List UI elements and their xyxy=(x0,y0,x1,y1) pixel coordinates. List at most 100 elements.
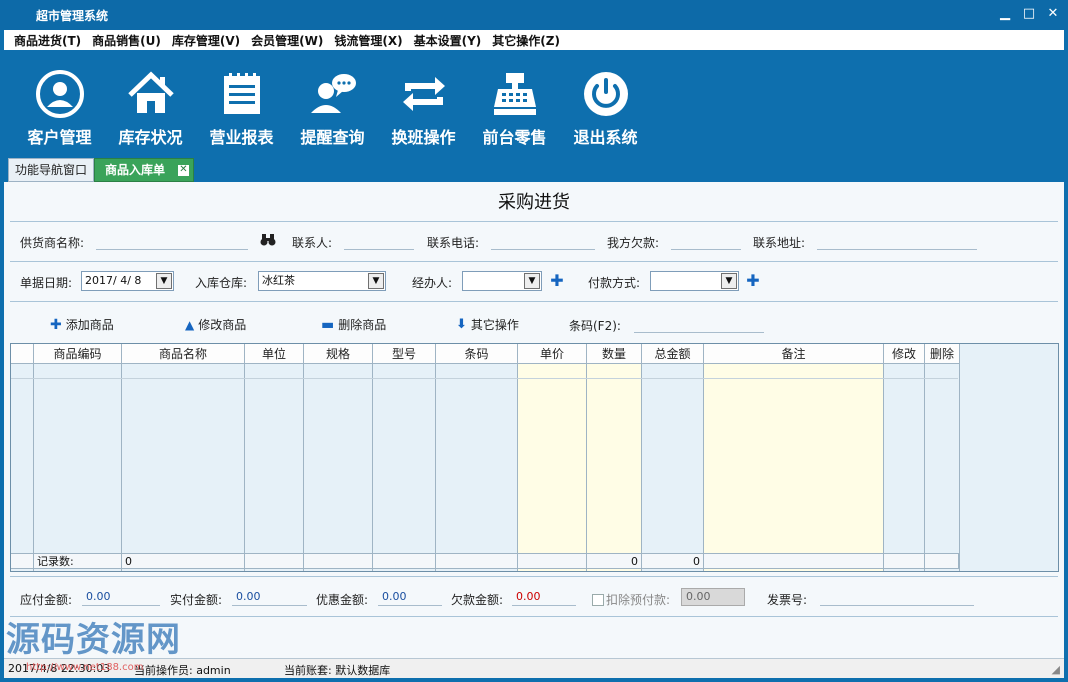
window-controls: ▁ □ ✕ xyxy=(998,6,1060,22)
grid-corner xyxy=(11,344,34,364)
barcode-input[interactable] xyxy=(634,315,764,333)
customer-icon xyxy=(34,68,86,120)
menu-purchase[interactable]: 商品进货(T) xyxy=(14,32,81,49)
tab-stock-in[interactable]: 商品入库单 ✕ xyxy=(94,158,194,182)
menu-inventory[interactable]: 库存管理(V) xyxy=(172,32,240,49)
paid-input[interactable]: 0.00 xyxy=(232,588,307,606)
owed-label: 欠款金额: xyxy=(451,593,504,607)
toolbar-inventory-button[interactable]: 库存状况 xyxy=(105,50,196,150)
maximize-icon[interactable]: □ xyxy=(1022,6,1036,22)
discount-input[interactable]: 0.00 xyxy=(378,588,442,606)
toolbar-label: 换班操作 xyxy=(391,128,456,147)
binoculars-icon[interactable] xyxy=(260,233,276,251)
purchase-form: 采购进货 供货商名称: 联系人: 联系电话: 我方欠款: 联系地址: 单据日期:… xyxy=(4,182,1064,658)
delete-item-button[interactable]: ▬ 删除商品 xyxy=(321,316,386,333)
close-icon[interactable]: ✕ xyxy=(178,165,189,176)
menu-settings[interactable]: 基本设置(Y) xyxy=(414,32,482,49)
warehouse-label: 入库仓库: xyxy=(195,276,248,290)
col-header[interactable]: 型号 xyxy=(373,344,436,364)
add-item-button[interactable]: ✚ 添加商品 xyxy=(50,316,114,333)
toolbar-reminder-button[interactable]: 提醒查询 xyxy=(287,50,378,150)
payment-label: 付款方式: xyxy=(588,276,641,290)
barcode-label: 条码(F2): xyxy=(569,319,621,333)
chevron-down-icon[interactable]: ▼ xyxy=(156,273,172,289)
footer-cell xyxy=(436,554,518,569)
add-payment-icon[interactable]: ✚ xyxy=(746,273,760,289)
amount-total: 0 xyxy=(642,554,704,569)
payable-label: 应付金额: xyxy=(20,593,73,607)
supplier-input[interactable] xyxy=(96,232,248,250)
chevron-down-icon[interactable]: ▼ xyxy=(368,273,384,289)
col-header[interactable]: 商品编码 xyxy=(34,344,122,364)
tab-navigation[interactable]: 功能导航窗口 xyxy=(8,158,94,182)
grid-footer: 记录数: 0 0 0 xyxy=(11,553,959,569)
menu-cashflow[interactable]: 钱流管理(X) xyxy=(334,32,402,49)
payment-select[interactable]: ▼ xyxy=(650,271,739,291)
report-icon xyxy=(216,68,268,120)
col-header[interactable]: 规格 xyxy=(304,344,373,364)
date-picker[interactable]: 2017/ 4/ 8 ▼ xyxy=(81,271,174,291)
footer-cell xyxy=(245,554,304,569)
col-header[interactable]: 商品名称 xyxy=(122,344,245,364)
col-header[interactable]: 条码 xyxy=(436,344,518,364)
col-header[interactable]: 单价 xyxy=(518,344,587,364)
invoice-input[interactable] xyxy=(820,588,974,606)
other-actions-button[interactable]: ⬇ 其它操作 xyxy=(456,316,519,333)
cash-register-icon xyxy=(489,68,541,120)
deduct-prepay-checkbox[interactable]: 扣除预付款: xyxy=(592,591,670,608)
phone-input[interactable] xyxy=(491,232,595,250)
handler-select[interactable]: ▼ xyxy=(462,271,542,291)
warehouse-value: 冰红茶 xyxy=(262,274,295,287)
page-title: 采购进货 xyxy=(498,192,570,213)
swap-icon xyxy=(398,68,450,120)
col-header[interactable]: 修改 xyxy=(884,344,925,364)
toolbar-shift-button[interactable]: 换班操作 xyxy=(378,50,469,150)
footer-cell xyxy=(704,554,884,569)
table-row[interactable] xyxy=(11,365,958,379)
edit-item-label: 修改商品 xyxy=(198,318,247,332)
edit-item-button[interactable]: ▲ 修改商品 xyxy=(185,316,246,333)
toolbar-report-button[interactable]: 营业报表 xyxy=(196,50,287,150)
col-header[interactable]: 备注 xyxy=(704,344,884,364)
add-item-label: 添加商品 xyxy=(65,318,114,332)
minimize-icon[interactable]: ▁ xyxy=(998,6,1012,22)
toolbar-label: 退出系统 xyxy=(573,128,638,147)
contact-input[interactable] xyxy=(344,232,414,250)
handler-label: 经办人: xyxy=(412,276,453,290)
warehouse-select[interactable]: 冰红茶 ▼ xyxy=(258,271,386,291)
address-input[interactable] xyxy=(817,232,977,250)
col-header[interactable]: 总金额 xyxy=(642,344,704,364)
prepay-input: 0.00 xyxy=(681,588,745,606)
chevron-down-icon[interactable]: ▼ xyxy=(721,273,737,289)
menu-other[interactable]: 其它操作(Z) xyxy=(492,32,560,49)
record-count-value: 0 xyxy=(122,554,245,569)
record-count-label: 记录数: xyxy=(34,554,122,569)
other-actions-label: 其它操作 xyxy=(470,318,519,332)
menu-sales[interactable]: 商品销售(U) xyxy=(92,32,161,49)
chevron-down-icon[interactable]: ▼ xyxy=(524,273,540,289)
date-label: 单据日期: xyxy=(20,276,73,290)
supplier-label: 供货商名称: xyxy=(20,236,85,250)
close-icon[interactable]: ✕ xyxy=(1046,6,1060,22)
toolbar-customer-button[interactable]: 客户管理 xyxy=(14,50,105,150)
deduct-prepay-label: 扣除预付款: xyxy=(606,593,671,607)
footer-cell xyxy=(373,554,436,569)
resize-grip-icon[interactable]: ◢ xyxy=(1052,663,1060,676)
delete-item-label: 删除商品 xyxy=(338,318,387,332)
toolbar-exit-button[interactable]: 退出系统 xyxy=(560,50,651,150)
col-header[interactable]: 数量 xyxy=(587,344,642,364)
footer-cell xyxy=(11,554,34,569)
invoice-label: 发票号: xyxy=(767,593,808,607)
toolbar-retail-button[interactable]: 前台零售 xyxy=(469,50,560,150)
debt-input[interactable] xyxy=(671,232,741,250)
arrow-up-icon: ▲ xyxy=(185,317,195,332)
qty-total: 0 xyxy=(587,554,642,569)
col-header[interactable]: 单位 xyxy=(245,344,304,364)
address-label: 联系地址: xyxy=(753,236,806,250)
items-grid[interactable]: 商品编码 商品名称 单位 规格 型号 条码 单价 数量 总金额 备注 修改 删除… xyxy=(10,343,1059,572)
add-handler-icon[interactable]: ✚ xyxy=(550,273,564,289)
col-header[interactable]: 删除 xyxy=(925,344,960,364)
status-operator: 当前操作员: admin xyxy=(134,664,231,677)
menu-members[interactable]: 会员管理(W) xyxy=(251,32,323,49)
divider xyxy=(10,576,1058,577)
